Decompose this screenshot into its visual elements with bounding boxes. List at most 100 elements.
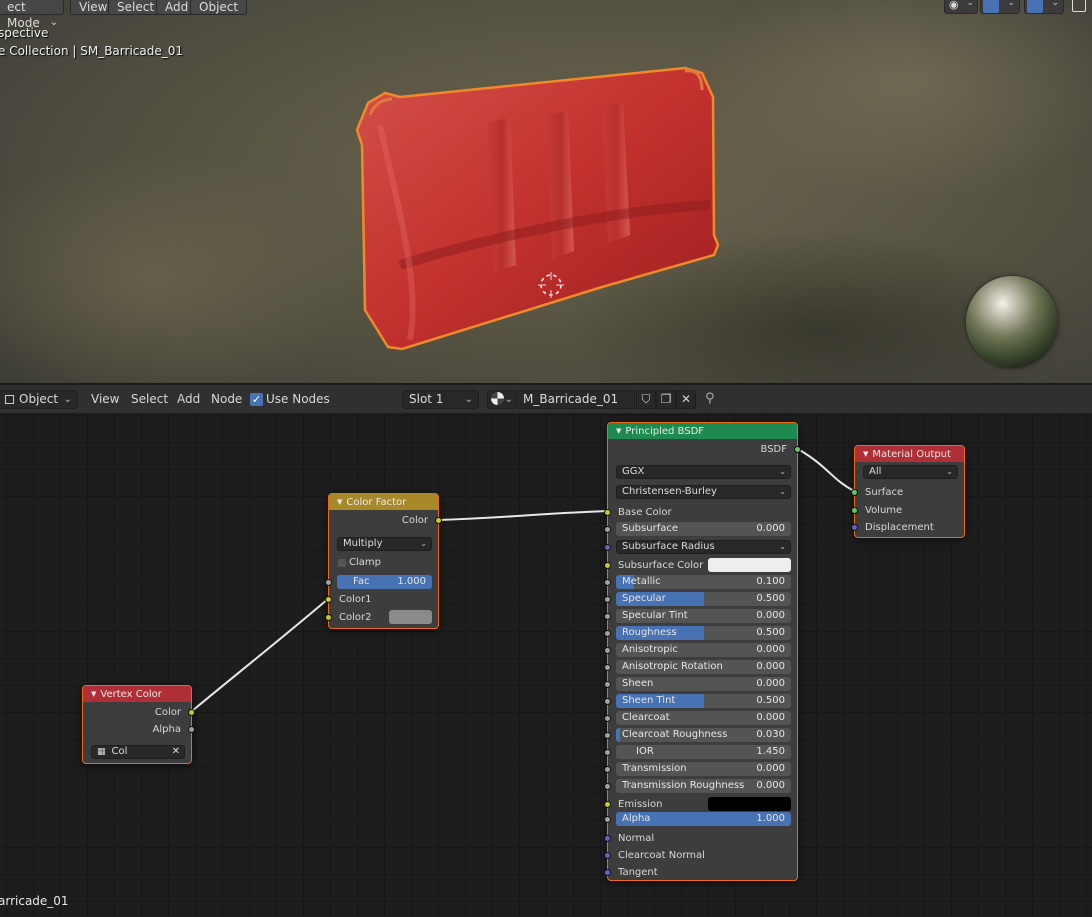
input-clearcoat-socket[interactable]: [604, 715, 611, 723]
hdri-preview-sphere: [966, 276, 1058, 368]
specular-slider[interactable]: Specular 0.500: [616, 592, 791, 607]
input-fac-socket[interactable]: [325, 579, 332, 586]
subsurface-method-dropdown[interactable]: Christensen-Burley ⌄: [616, 485, 791, 499]
link-bsdf-to-surface: [797, 448, 855, 492]
collapse-icon[interactable]: ▼: [616, 427, 621, 435]
ior-slider[interactable]: IOR 1.450: [616, 745, 791, 760]
field-label: Clearcoat: [622, 712, 670, 724]
collapse-icon[interactable]: ▼: [337, 498, 342, 506]
node-menu-view[interactable]: View: [91, 391, 119, 407]
chevron-down-icon: ⌄: [779, 542, 786, 551]
input-anisotropic-socket[interactable]: [604, 647, 611, 655]
emission-swatch[interactable]: [708, 797, 791, 811]
anisotropic-slider[interactable]: Anisotropic 0.000: [616, 643, 791, 658]
input-sheen-tint-socket[interactable]: [604, 698, 611, 706]
output-bsdf-socket[interactable]: [794, 446, 801, 453]
node-header[interactable]: ▼ Vertex Color: [83, 686, 191, 702]
node-header[interactable]: ▼ Material Output: [855, 446, 964, 462]
anisotropic-rotation-slider[interactable]: Anisotropic Rotation 0.000: [616, 660, 791, 675]
mode-dropdown[interactable]: ect Mode ⌄: [0, 0, 64, 30]
eye-icon: ◉: [949, 0, 959, 11]
node-menu-node[interactable]: Node: [211, 391, 242, 407]
node-menu-add[interactable]: Add: [177, 391, 200, 407]
principled-bsdf-node[interactable]: ▼ Principled BSDF BSDF GGX ⌄ Christensen-…: [604, 422, 801, 881]
material-browse-dropdown[interactable]: ⌄: [487, 390, 517, 409]
shader-context-dropdown[interactable]: Object ⌄: [0, 390, 78, 409]
field-label: Transmission: [622, 763, 687, 775]
target-dropdown[interactable]: All ⌄: [863, 465, 958, 479]
field-label: Specular Tint: [622, 610, 688, 622]
input-subsurface-socket[interactable]: [604, 526, 611, 533]
background-blur: [700, 0, 1092, 200]
3d-viewport[interactable]: ect Mode ⌄ View Select Add Object ◉ ⌄ ⌄ …: [0, 0, 1092, 383]
viewport-menu-select[interactable]: Select: [108, 0, 164, 15]
fac-slider[interactable]: Fac 1.000: [337, 575, 432, 589]
duplicate-icon[interactable]: ❐: [656, 390, 676, 409]
material-output-node[interactable]: ▼ Material Output All ⌄ Surface Volume Di…: [851, 445, 965, 538]
input-metallic-socket[interactable]: [604, 579, 611, 586]
chevron-down-icon: ⌄: [504, 394, 513, 405]
node-header[interactable]: ▼ Color Factor: [329, 494, 438, 510]
input-specular-tint-socket[interactable]: [604, 613, 611, 621]
distribution-dropdown[interactable]: GGX ⌄: [616, 465, 791, 479]
node-title: Material Output: [872, 449, 951, 460]
clear-icon[interactable]: ✕: [172, 746, 180, 758]
field-value: 0.000: [756, 678, 785, 690]
input-sheen-socket[interactable]: [604, 681, 611, 689]
output-color-socket[interactable]: [188, 709, 195, 716]
blend-mode-dropdown[interactable]: Multiply ⌄: [337, 537, 432, 551]
sidebar-toggle-icon[interactable]: [1072, 0, 1086, 12]
subsurface-radius-dropdown[interactable]: Subsurface Radius ⌄: [616, 540, 791, 554]
color2-swatch[interactable]: [389, 610, 432, 624]
input-transmission-roughness-socket[interactable]: [604, 783, 611, 791]
specular-tint-slider[interactable]: Specular Tint 0.000: [616, 609, 791, 624]
gizmo-dropdown[interactable]: ⌄: [980, 0, 1020, 14]
alpha-slider[interactable]: Alpha 1.000: [616, 812, 791, 826]
transmission-roughness-slider[interactable]: Transmission Roughness 0.000: [616, 779, 791, 794]
collapse-icon[interactable]: ▼: [91, 690, 96, 698]
overlay-dropdown[interactable]: ⌄: [1024, 0, 1064, 14]
node-header[interactable]: ▼ Principled BSDF: [608, 423, 797, 439]
clearcoat-slider[interactable]: Clearcoat 0.000: [616, 711, 791, 726]
clearcoat-roughness-slider[interactable]: Clearcoat Roughness 0.030: [616, 728, 791, 743]
input-ior-socket[interactable]: [604, 749, 611, 757]
color-layer-field[interactable]: ▦ Col ✕: [91, 745, 185, 759]
input-subsurface-radius-socket[interactable]: [604, 544, 611, 551]
chevron-down-icon: ⌄: [966, 0, 974, 8]
input-anisotropic-rotation-socket[interactable]: [604, 664, 611, 672]
link-vertex-color-to-color1: [191, 598, 329, 712]
node-title: Vertex Color: [100, 689, 162, 700]
node-menu-select[interactable]: Select: [131, 391, 168, 407]
slot-dropdown[interactable]: Slot 1 ⌄: [402, 390, 479, 409]
shield-icon[interactable]: ⛉: [636, 390, 656, 409]
roughness-slider[interactable]: Roughness 0.500: [616, 626, 791, 641]
node-canvas[interactable]: ▼ Vertex Color Color Alpha ▦ Col ✕ ▼ Color …: [0, 413, 1092, 917]
sheen-tint-slider[interactable]: Sheen Tint 0.500: [616, 694, 791, 709]
vertex-color-node[interactable]: ▼ Vertex Color Color Alpha ▦ Col ✕: [82, 685, 195, 764]
output-color-socket[interactable]: [435, 517, 442, 524]
clamp-checkbox[interactable]: [338, 559, 346, 567]
field-label: Sheen Tint: [622, 695, 676, 707]
input-clearcoat-roughness-socket[interactable]: [604, 732, 611, 740]
pin-icon[interactable]: ⚲: [705, 391, 715, 407]
input-specular-socket[interactable]: [604, 596, 611, 604]
sheen-slider[interactable]: Sheen 0.000: [616, 677, 791, 692]
output-alpha-socket[interactable]: [188, 726, 195, 733]
color-factor-node[interactable]: ▼ Color Factor Color Multiply ⌄ Clamp Fac…: [325, 493, 442, 629]
subsurface-color-swatch[interactable]: [708, 558, 791, 572]
transmission-slider[interactable]: Transmission 0.000: [616, 762, 791, 777]
close-icon[interactable]: ✕: [676, 390, 696, 409]
input-roughness-socket[interactable]: [604, 630, 611, 638]
viewport-menu-object[interactable]: Object: [190, 0, 248, 15]
collapse-icon[interactable]: ▼: [863, 450, 868, 458]
field-label: IOR: [636, 746, 654, 758]
material-name-field[interactable]: M_Barricade_01: [517, 390, 635, 409]
subsurface-slider[interactable]: Subsurface 0.000: [616, 522, 791, 536]
use-nodes-checkbox[interactable]: ✓: [250, 393, 263, 406]
input-alpha-socket[interactable]: [604, 816, 611, 823]
visibility-dropdown[interactable]: ◉ ⌄: [944, 0, 978, 14]
field-label: Specular: [622, 593, 666, 605]
barricade-object[interactable]: [340, 55, 740, 360]
metallic-slider[interactable]: Metallic 0.100: [616, 575, 791, 589]
input-transmission-socket[interactable]: [604, 766, 611, 774]
